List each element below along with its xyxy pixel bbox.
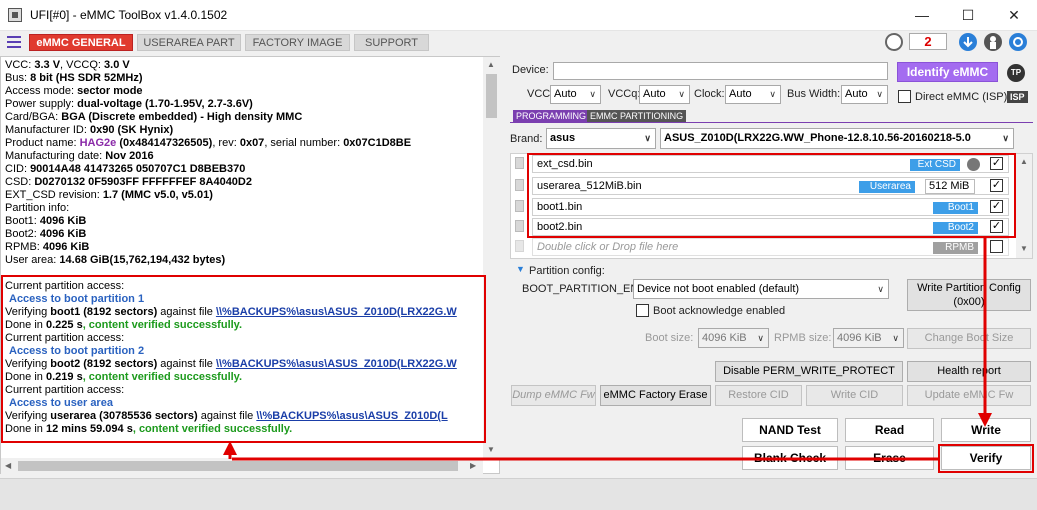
status-bar bbox=[0, 478, 1037, 510]
annotation-arrows bbox=[223, 238, 992, 461]
arrow-head bbox=[978, 413, 992, 427]
arrow-head bbox=[223, 441, 237, 455]
